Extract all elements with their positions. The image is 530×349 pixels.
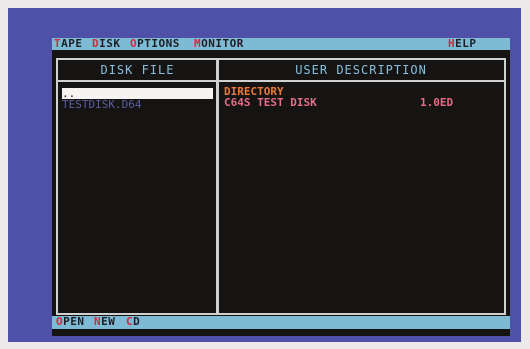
disk-file-header: DISK FILE [58, 60, 217, 82]
disk-file-panel: DISK FILE .. TESTDISK.D64 [56, 58, 219, 315]
open-command[interactable]: OPEN [56, 316, 85, 328]
menu-tape[interactable]: TAPE [54, 38, 83, 50]
file-list: .. TESTDISK.D64 [62, 88, 213, 110]
menu-monitor[interactable]: MONITOR [194, 38, 244, 50]
file-row-testdisk[interactable]: TESTDISK.D64 [62, 99, 213, 110]
new-command[interactable]: NEW [94, 316, 115, 328]
menu-options-label: PTIONS [137, 37, 180, 50]
open-label: PEN [63, 315, 85, 328]
status-bar: OPEN NEW CD [52, 316, 510, 329]
menu-help-label: ELP [455, 37, 477, 50]
cd-command[interactable]: CD [126, 316, 140, 328]
photo-frame: TAPE DISK OPTIONS MONITOR HELP DISK FILE… [0, 0, 530, 349]
new-label: EW [101, 315, 116, 328]
menu-disk-label: ISK [99, 37, 121, 50]
user-description-header: USER DESCRIPTION [218, 60, 504, 82]
description-list: DIRECTORY C64S TEST DISK 1.0ED [224, 86, 500, 108]
disk-version: 1.0ED [420, 96, 454, 109]
menu-tape-label: APE [61, 37, 83, 50]
menu-options[interactable]: OPTIONS [130, 38, 180, 50]
screen-border: TAPE DISK OPTIONS MONITOR HELP DISK FILE… [8, 8, 521, 342]
emulator-screen: TAPE DISK OPTIONS MONITOR HELP DISK FILE… [52, 38, 510, 336]
user-description-panel: USER DESCRIPTION DIRECTORY C64S TEST DIS… [216, 58, 506, 315]
cd-label: D [133, 315, 141, 328]
disk-name: C64S TEST DISK [224, 96, 317, 109]
menu-disk[interactable]: DISK [92, 38, 121, 50]
menu-monitor-label: ONITOR [201, 37, 244, 50]
menu-bar: TAPE DISK OPTIONS MONITOR HELP [52, 38, 510, 50]
description-entry: C64S TEST DISK 1.0ED [224, 97, 500, 108]
menu-help[interactable]: HELP [448, 38, 477, 50]
